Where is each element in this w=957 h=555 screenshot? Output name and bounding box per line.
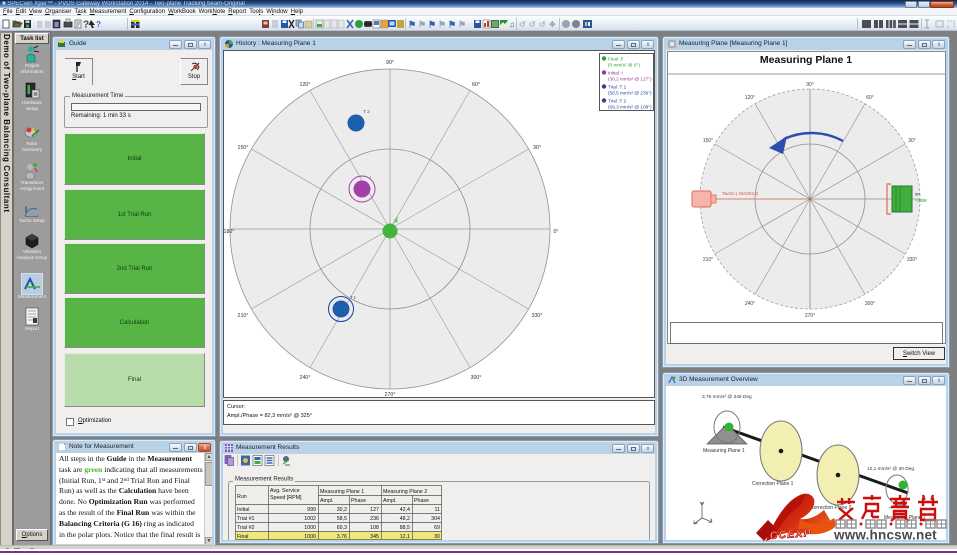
svg-text:Trial :T 2: Trial :T 2 [608, 99, 627, 104]
svg-text:⚑: ⚑ [408, 20, 416, 30]
svg-text:T 1: T 1 [350, 295, 357, 300]
svg-text:60°: 60° [866, 95, 874, 101]
svg-text:(58,5 mm/s² @ 236°): (58,5 mm/s² @ 236°) [608, 91, 652, 96]
svg-text:108: 108 [370, 525, 379, 531]
svg-text:Ampl.: Ampl. [320, 498, 334, 504]
svg-text:Phase: Phase [351, 498, 366, 504]
svg-text:(30,2 mm/s² @ 127°): (30,2 mm/s² @ 127°) [608, 77, 652, 82]
svg-text:300°: 300° [865, 301, 875, 307]
svg-text:#P: #P [915, 192, 920, 197]
svg-text:120°: 120° [745, 95, 755, 101]
svg-text:Measuring Plane 1: Measuring Plane 1 [760, 54, 852, 66]
svg-text:Ampl./Phase = 82,3 mm/s² @ 325: Ampl./Phase = 82,3 mm/s² @ 325° [227, 413, 312, 419]
svg-text:58,5: 58,5 [337, 516, 347, 522]
svg-text:1000: 1000 [304, 534, 316, 540]
svg-text:⚑: ⚑ [438, 20, 446, 30]
svg-text:120°: 120° [300, 82, 311, 88]
svg-text:236: 236 [370, 516, 379, 522]
svg-text:Measurement Results: Measurement Results [235, 477, 293, 483]
svg-text:Run: Run [237, 494, 247, 500]
svg-text:150°: 150° [238, 145, 249, 151]
svg-text:Measuring Plane 1: Measuring Plane 1 [320, 489, 364, 495]
svg-text:Initial :I: Initial :I [608, 71, 623, 76]
svg-text:180°: 180° [224, 229, 235, 235]
svg-text:(69,3 mm/s² @ 108°): (69,3 mm/s² @ 108°) [608, 105, 652, 110]
svg-text:⚑: ⚑ [418, 20, 426, 30]
svg-text:330°: 330° [532, 313, 543, 319]
svg-text:(0 mm/s² @ 0°): (0 mm/s² @ 0°) [608, 63, 640, 68]
svg-text:Initial: Initial [237, 507, 249, 513]
svg-text:330°: 330° [907, 257, 917, 263]
svg-text:270°: 270° [385, 392, 396, 398]
svg-text:⚑: ⚑ [428, 20, 436, 30]
svg-text:Trial #1: Trial #1 [237, 516, 255, 522]
svg-text:304: 304 [431, 516, 440, 522]
svg-text:⚑: ⚑ [448, 20, 456, 30]
svg-text:42,4: 42,4 [400, 507, 410, 513]
svg-text:Speed [RPM]: Speed [RPM] [270, 495, 302, 501]
svg-text:150°: 150° [703, 138, 713, 144]
svg-text:Cursor:: Cursor: [227, 404, 246, 410]
svg-text:Measuring Plane 2: Measuring Plane 2 [383, 489, 427, 495]
svg-text:127: 127 [370, 507, 379, 513]
svg-text:⚑: ⚑ [458, 20, 466, 30]
svg-text:Final :F: Final :F [608, 57, 624, 62]
svg-text:300°: 300° [471, 375, 482, 381]
svg-text:Final: Final [237, 534, 248, 540]
svg-text:Measuring Plane 1: Measuring Plane 1 [703, 448, 745, 454]
svg-text:Ampl.: Ampl. [383, 498, 397, 504]
svg-text:www.hncsw.net: www.hncsw.net [833, 528, 937, 543]
svg-text:1002: 1002 [304, 516, 316, 522]
svg-text:Trial :T 1: Trial :T 1 [608, 85, 627, 90]
svg-text:88,5: 88,5 [400, 525, 410, 531]
svg-text:60°: 60° [472, 82, 480, 88]
svg-text:210°: 210° [703, 257, 713, 263]
svg-text:♫: ♫ [509, 20, 515, 29]
svg-text:?: ? [96, 20, 101, 29]
svg-text:30,2: 30,2 [337, 507, 347, 513]
svg-text:11: 11 [435, 507, 441, 513]
svg-text:12,1: 12,1 [400, 534, 410, 540]
svg-text:F: F [396, 216, 399, 221]
svg-text:0°: 0° [553, 229, 558, 235]
svg-text:69,3: 69,3 [337, 525, 347, 531]
svg-text:T 2: T 2 [363, 109, 370, 114]
svg-text:Phase: Phase [414, 498, 429, 504]
svg-text:↺: ↺ [519, 20, 526, 29]
svg-text:?: ? [83, 20, 89, 31]
svg-text:69: 69 [434, 525, 440, 531]
svg-text:3,76 mm/s² @ 345 Deg: 3,76 mm/s² @ 345 Deg [702, 394, 752, 400]
svg-text:1000: 1000 [304, 525, 316, 531]
svg-text:240°: 240° [300, 375, 311, 381]
svg-text:999: 999 [307, 507, 316, 513]
svg-text:345: 345 [370, 534, 379, 540]
svg-text:48,2: 48,2 [400, 516, 410, 522]
svg-text:I: I [370, 175, 371, 180]
svg-text:✥: ✥ [549, 20, 556, 29]
svg-text:30°: 30° [908, 138, 916, 144]
svg-text:90°: 90° [386, 60, 394, 66]
svg-text:↺: ↺ [529, 20, 536, 29]
svg-text:30°: 30° [533, 145, 541, 151]
svg-text:Avg. Service: Avg. Service [270, 488, 300, 494]
svg-text:+4398: +4398 [915, 198, 927, 203]
svg-text:↺: ↺ [539, 20, 546, 29]
svg-text:Trial #2: Trial #2 [237, 525, 255, 531]
svg-text:270°: 270° [805, 313, 815, 319]
svg-text:210°: 210° [238, 313, 249, 319]
svg-text:CCEXP: CCEXP [769, 527, 812, 542]
svg-text:90°: 90° [806, 82, 814, 88]
svg-text:240°: 240° [745, 301, 755, 307]
svg-text:Tacho ( MA0012): Tacho ( MA0012) [722, 191, 759, 197]
svg-text:3,76: 3,76 [337, 534, 347, 540]
svg-text:30: 30 [434, 534, 440, 540]
